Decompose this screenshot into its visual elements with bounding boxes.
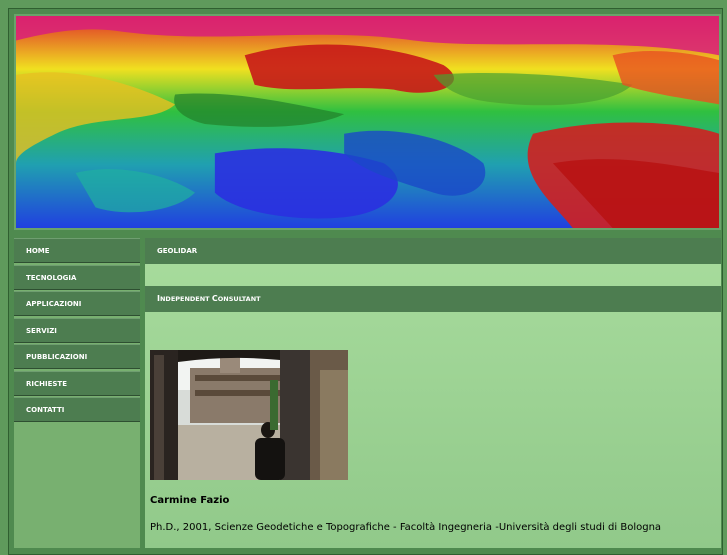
nav-item-richieste[interactable]: RICHIESTE [14, 370, 140, 396]
nav-item-applicazioni[interactable]: APPLICAZIONI [14, 291, 140, 316]
section-label: GEOLIDAR [145, 238, 721, 264]
nav-item-pubblicazioni[interactable]: PUBBLICAZIONI [14, 344, 140, 369]
person-name: Carmine Fazio [150, 495, 230, 506]
portrait-photo [150, 350, 348, 480]
subheading: INDEPENDENT CONSULTANT [145, 286, 721, 312]
nav-item-contatti[interactable]: CONTATTI [14, 397, 140, 422]
main-content: GEOLIDAR INDEPENDENT CONSULTANT Carmine … [145, 238, 721, 548]
sidebar-nav: HOME TECNOLOGIA APPLICAZIONI SERVIZI PUB… [14, 238, 140, 548]
header-banner-lidar-image [14, 14, 721, 230]
nav-item-home[interactable]: HOME [14, 238, 140, 263]
degree-text: Ph.D., 2001, Scienze Geodetiche e Topogr… [150, 522, 662, 533]
subheading-rest-1: NDEPENDENT [159, 295, 212, 303]
nav-item-tecnologia[interactable]: TECNOLOGIA [14, 264, 140, 290]
subheading-rest-2: ONSULTANT [217, 295, 261, 303]
nav-item-servizi[interactable]: SERVIZI [14, 317, 140, 343]
